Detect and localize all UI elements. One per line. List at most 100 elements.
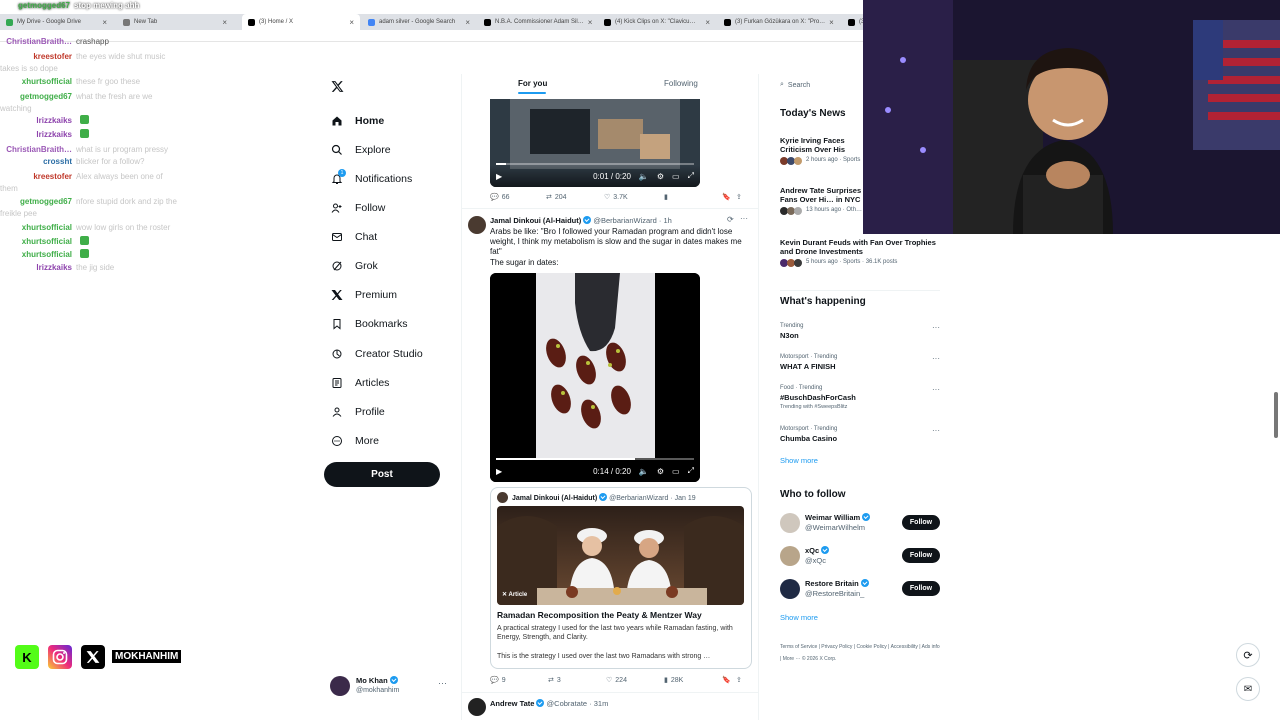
browser-tab[interactable]: (3) — [842, 14, 863, 30]
more-dots-icon[interactable]: ··· — [932, 385, 940, 394]
favicon-icon — [604, 18, 611, 26]
pip-icon[interactable]: ▭ — [672, 467, 680, 476]
profile-icon — [331, 406, 343, 418]
video-player-1[interactable]: ▶ 0:01 / 0:20 🔈 ⚙ ▭ ⤢ — [490, 99, 700, 187]
close-tab-icon[interactable]: × — [705, 18, 710, 27]
video-player-2[interactable]: ▶ 0:14 / 0:20 🔈 ⚙ ▭ ⤢ — [490, 273, 700, 482]
chat-text: crashapp — [76, 37, 109, 46]
author-handle[interactable]: @BerbarianWizard · 1h — [593, 216, 671, 225]
tweet-actions-2: 💬 9 ⇄ 3 ♡ 224 ▮ 28K 🔖 ⇪ — [490, 676, 752, 685]
follow-suggestion[interactable]: xQc @xQc Follow — [780, 544, 940, 568]
quoted-tweet[interactable]: Jamal Dinkoui (Al-Haidut) @BerbarianWiza… — [490, 487, 752, 669]
fullscreen-icon[interactable]: ⤢ — [688, 171, 694, 181]
grok-float-button[interactable]: ⟳ — [1236, 643, 1260, 667]
nav-item-bookmarks[interactable]: Bookmarks — [331, 318, 408, 330]
scrollbar[interactable] — [1274, 392, 1278, 438]
browser-tab[interactable]: adam silver - Google Search × — [362, 14, 476, 30]
reply-button[interactable]: 💬 66 — [490, 193, 546, 202]
play-icon[interactable]: ▶ — [496, 467, 502, 476]
avatar[interactable] — [468, 698, 486, 716]
close-tab-icon[interactable]: × — [222, 18, 227, 27]
close-tab-icon[interactable]: × — [349, 18, 354, 27]
follow-button[interactable]: Follow — [902, 548, 940, 563]
account-switcher[interactable]: Mo Khan @mokhanhim ··· — [330, 674, 450, 698]
bell-icon: 1 — [331, 169, 346, 185]
suggest-handle: @RestoreBritain_ — [805, 589, 865, 598]
repost-button[interactable]: ⇄ 204 — [546, 193, 604, 202]
volume-icon[interactable]: 🔈 — [639, 467, 649, 476]
nav-item-premium[interactable]: Premium — [331, 289, 397, 301]
nav-item-creator-studio[interactable]: Creator Studio — [331, 348, 423, 360]
settings-icon[interactable]: ⚙ — [657, 172, 664, 181]
nav-item-chat[interactable]: Chat — [331, 231, 377, 243]
feed-tabs: For you Following — [462, 74, 758, 96]
author-name[interactable]: Jamal Dinkoui (Al-Haidut) — [490, 216, 581, 225]
news-item[interactable]: Kevin Durant Feuds with Fan Over Trophie… — [780, 238, 940, 267]
bookmark-icon[interactable]: 🔖 — [722, 193, 736, 201]
nav-item-more[interactable]: More — [331, 435, 379, 447]
author-name[interactable]: Andrew Tate — [490, 699, 534, 708]
fullscreen-icon[interactable]: ⤢ — [688, 466, 694, 476]
browser-tab[interactable]: (3) Furkan Gözükara on X: "Pro… × — [718, 14, 836, 30]
browser-tab[interactable]: N.B.A. Commissioner Adam Sil… × — [478, 14, 596, 30]
tab-following[interactable]: Following — [664, 79, 698, 88]
follow-suggestion[interactable]: Weimar William @WeimarWilhelm Follow — [780, 511, 940, 535]
nav-item-profile[interactable]: Profile — [331, 406, 385, 418]
footer-links[interactable]: Terms of Service | Privacy Policy | Cook… — [780, 641, 940, 665]
show-more-link[interactable]: Show more — [780, 613, 818, 622]
divider — [780, 290, 940, 291]
close-tab-icon[interactable]: × — [588, 18, 593, 27]
nav-item-articles[interactable]: Articles — [331, 377, 389, 389]
like-button[interactable]: ♡ 3.7K — [604, 193, 664, 202]
play-icon[interactable]: ▶ — [496, 172, 502, 181]
more-dots-icon[interactable]: ··· — [932, 426, 940, 435]
messages-float-button[interactable]: ✉ — [1236, 677, 1260, 701]
more-dots-icon[interactable]: ··· — [932, 323, 940, 332]
close-tab-icon[interactable]: × — [465, 18, 470, 27]
suggest-name: Weimar William — [805, 513, 871, 522]
x-logo[interactable] — [331, 80, 345, 94]
section-title: Who to follow — [780, 489, 846, 500]
follow-suggestion[interactable]: Restore Britain @RestoreBritain_ Follow — [780, 577, 940, 601]
follow-button[interactable]: Follow — [902, 581, 940, 596]
tweet-header: Jamal Dinkoui (Al-Haidut) @BerbarianWiza… — [490, 216, 672, 225]
trend-item[interactable]: Trending N3on ··· — [780, 323, 940, 340]
volume-icon[interactable]: 🔈 — [639, 172, 649, 181]
nav-item-explore[interactable]: Explore — [331, 144, 391, 156]
views-count[interactable]: ▮ — [664, 193, 722, 201]
post-button[interactable]: Post — [324, 462, 440, 487]
grok-icon[interactable]: ⟳ — [727, 215, 734, 224]
close-tab-icon[interactable]: × — [829, 18, 834, 27]
nav-label: Premium — [355, 289, 398, 301]
share-icon[interactable]: ⇪ — [736, 676, 742, 684]
like-button[interactable]: ♡ 224 — [606, 676, 664, 685]
chat-text: stop mewing ahh — [74, 1, 140, 10]
trend-item[interactable]: Food · Trending #BuschDashForCash Trending… — [780, 385, 940, 410]
avatar[interactable] — [468, 216, 486, 234]
bookmark-icon[interactable]: 🔖 — [722, 676, 736, 684]
repost-button[interactable]: ⇄ 3 — [548, 676, 606, 685]
nav-item-grok[interactable]: Grok — [331, 260, 378, 272]
show-more-link[interactable]: Show more — [780, 456, 818, 465]
trend-item[interactable]: Motorsport · Trending WHAT A FINISH ··· — [780, 354, 940, 371]
nav-item-notifications[interactable]: 1 Notifications — [331, 169, 412, 185]
nav-item-follow[interactable]: Follow — [331, 202, 385, 214]
pip-icon[interactable]: ▭ — [672, 172, 680, 181]
trend-item[interactable]: Motorsport · Trending Chumba Casino ··· — [780, 426, 940, 443]
more-dots-icon[interactable]: ··· — [932, 354, 940, 363]
tab-for-you[interactable]: For you — [518, 79, 547, 88]
browser-tab[interactable]: (4) Kick Clips on X: "Clavicu… × — [598, 14, 716, 30]
views-count[interactable]: ▮ 28K — [664, 676, 722, 685]
more-dots-icon[interactable]: ··· — [740, 214, 748, 223]
follow-button[interactable]: Follow — [902, 515, 940, 530]
settings-icon[interactable]: ⚙ — [657, 467, 664, 476]
share-icon[interactable]: ⇪ — [736, 193, 742, 201]
nav-item-home[interactable]: Home — [331, 115, 384, 127]
author-handle[interactable]: @Cobratate · 31m — [547, 699, 609, 708]
more-dots-icon[interactable]: ··· — [438, 678, 447, 688]
reply-button[interactable]: 💬 9 — [490, 676, 548, 685]
article-badge: ✕ Article — [502, 592, 528, 598]
x-social-icon — [81, 645, 105, 669]
browser-tab[interactable]: (3) Home / X × — [242, 14, 360, 30]
nav-label: More — [355, 435, 379, 447]
